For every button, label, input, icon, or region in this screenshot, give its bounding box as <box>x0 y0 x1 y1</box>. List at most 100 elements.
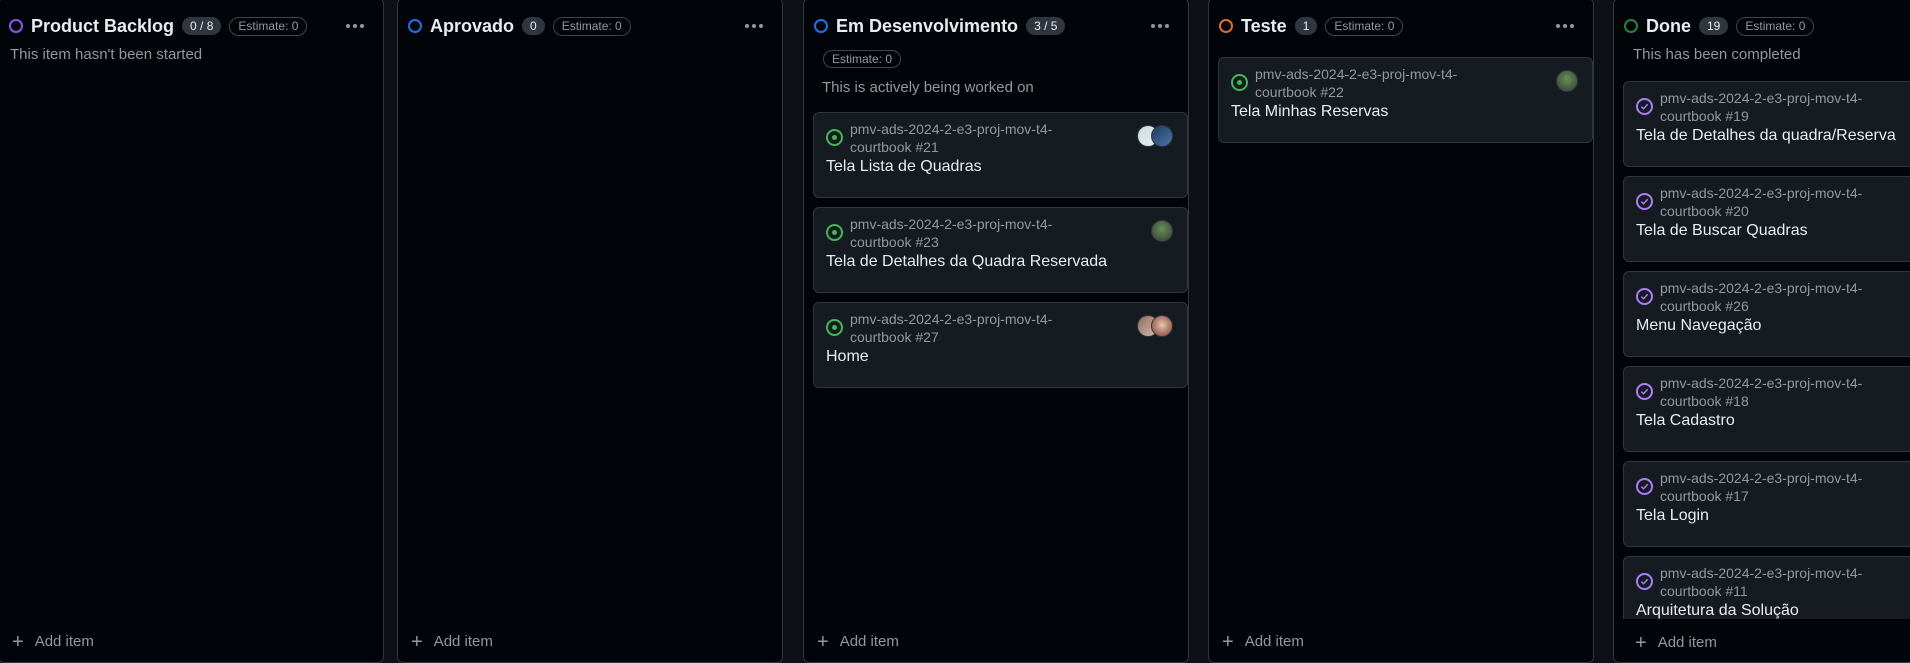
issue-closed-icon <box>1636 98 1653 115</box>
issue-closed-icon <box>1636 193 1653 210</box>
issue-card[interactable]: pmv-ads-2024-2-e3-proj-mov-t4-courtbook … <box>813 112 1188 198</box>
card-repo-ref[interactable]: pmv-ads-2024-2-e3-proj-mov-t4-courtbook … <box>1660 89 1890 125</box>
item-count-badge: 0 / 8 <box>182 17 222 35</box>
item-count-badge: 19 <box>1699 17 1729 35</box>
column-description: This item hasn't been started <box>10 46 203 63</box>
column-menu-button[interactable] <box>1551 16 1579 36</box>
issue-card[interactable]: pmv-ads-2024-2-e3-proj-mov-t4-courtbook … <box>813 302 1188 388</box>
column-teste: Teste 1 Estimate: 0 pmv-ads-2024-2-e3-pr… <box>1208 0 1594 663</box>
estimate-badge: Estimate: 0 <box>823 50 902 68</box>
column-title: Em Desenvolvimento <box>836 15 1019 36</box>
plus-icon: + <box>1635 631 1647 654</box>
column-header: Teste 1 Estimate: 0 <box>1219 13 1583 39</box>
add-item-button[interactable]: + Add item <box>411 630 493 653</box>
card-title[interactable]: Menu Navegação <box>1636 317 1761 335</box>
column-title: Product Backlog <box>31 15 175 36</box>
avatar[interactable] <box>1556 70 1578 92</box>
add-item-button[interactable]: + Add item <box>12 630 94 653</box>
estimate-row: Estimate: 0 <box>823 50 902 68</box>
column-title: Teste <box>1241 15 1287 36</box>
card-repo-ref[interactable]: pmv-ads-2024-2-e3-proj-mov-t4-courtbook … <box>850 120 1080 156</box>
column-menu-button[interactable] <box>341 16 369 36</box>
estimate-badge: Estimate: 0 <box>552 16 631 36</box>
card-title[interactable]: Arquitetura da Solução <box>1636 602 1799 619</box>
card-title[interactable]: Tela Lista de Quadras <box>826 158 982 176</box>
card-repo-ref[interactable]: pmv-ads-2024-2-e3-proj-mov-t4-courtbook … <box>1660 469 1890 505</box>
card-repo-ref[interactable]: pmv-ads-2024-2-e3-proj-mov-t4-courtbook … <box>1255 65 1485 101</box>
kebab-horizontal-icon <box>745 24 749 28</box>
issue-card[interactable]: pmv-ads-2024-2-e3-proj-mov-t4-courtbook … <box>1623 271 1910 357</box>
card-repo-ref[interactable]: pmv-ads-2024-2-e3-proj-mov-t4-courtbook … <box>850 215 1080 251</box>
column-title: Aprovado <box>430 15 515 36</box>
column-description: This has been completed <box>1633 46 1801 63</box>
avatar[interactable] <box>1151 315 1173 337</box>
issue-open-icon <box>826 129 843 146</box>
done-card-list: pmv-ads-2024-2-e3-proj-mov-t4-courtbook … <box>1614 79 1910 619</box>
card-title[interactable]: Tela Login <box>1636 507 1709 525</box>
issue-closed-icon <box>1636 383 1653 400</box>
column-done: Done 19 Estimate: 0 This has been comple… <box>1613 0 1910 663</box>
item-count-badge: 0 <box>522 17 545 35</box>
card-repo-ref[interactable]: pmv-ads-2024-2-e3-proj-mov-t4-courtbook … <box>1660 374 1890 410</box>
item-count-badge: 1 <box>1294 17 1318 35</box>
status-circle-icon <box>1219 19 1233 33</box>
kebab-horizontal-icon <box>346 24 350 28</box>
issue-card[interactable]: pmv-ads-2024-2-e3-proj-mov-t4-courtbook … <box>1623 81 1910 167</box>
estimate-badge: Estimate: 0 <box>229 16 308 36</box>
plus-icon: + <box>817 630 829 653</box>
add-item-label: Add item <box>1657 634 1717 651</box>
add-item-button[interactable]: + Add item <box>817 630 899 653</box>
column-menu-button[interactable] <box>740 16 768 36</box>
card-title[interactable]: Tela de Detalhes da Quadra Reservada <box>826 253 1107 271</box>
column-header: Em Desenvolvimento 3 / 5 <box>814 13 1178 39</box>
column-header: Aprovado 0 Estimate: 0 <box>408 13 772 39</box>
issue-card[interactable]: pmv-ads-2024-2-e3-proj-mov-t4-courtbook … <box>1218 57 1593 143</box>
card-repo-ref[interactable]: pmv-ads-2024-2-e3-proj-mov-t4-courtbook … <box>1660 564 1890 600</box>
issue-open-icon <box>826 224 843 241</box>
issue-closed-icon <box>1636 478 1653 495</box>
column-header: Product Backlog 0 / 8 Estimate: 0 <box>9 13 373 39</box>
status-circle-icon <box>1624 19 1638 33</box>
add-item-label: Add item <box>433 633 493 650</box>
column-aprovado: Aprovado 0 Estimate: 0 + Add item <box>397 0 783 663</box>
plus-icon: + <box>1222 630 1234 653</box>
card-title[interactable]: Home <box>826 348 869 366</box>
issue-card[interactable]: pmv-ads-2024-2-e3-proj-mov-t4-courtbook … <box>1623 366 1910 452</box>
estimate-badge: Estimate: 0 <box>1325 16 1404 36</box>
card-title[interactable]: Tela Minhas Reservas <box>1231 103 1388 121</box>
add-item-label: Add item <box>839 633 899 650</box>
status-circle-icon <box>408 19 422 33</box>
issue-card[interactable]: pmv-ads-2024-2-e3-proj-mov-t4-courtbook … <box>813 207 1188 293</box>
issue-card[interactable]: pmv-ads-2024-2-e3-proj-mov-t4-courtbook … <box>1623 556 1910 619</box>
card-repo-ref[interactable]: pmv-ads-2024-2-e3-proj-mov-t4-courtbook … <box>1660 279 1890 315</box>
status-circle-icon <box>9 19 23 33</box>
plus-icon: + <box>411 630 423 653</box>
card-title[interactable]: Tela de Detalhes da quadra/Reserva <box>1636 127 1896 145</box>
issue-closed-icon <box>1636 288 1653 305</box>
estimate-badge: Estimate: 0 <box>1736 16 1815 36</box>
card-title[interactable]: Tela de Buscar Quadras <box>1636 222 1808 240</box>
add-item-button[interactable]: + Add item <box>1635 631 1717 654</box>
plus-icon: + <box>12 630 24 653</box>
column-title: Done <box>1646 15 1691 36</box>
card-title[interactable]: Tela Cadastro <box>1636 412 1735 430</box>
avatar[interactable] <box>1151 125 1173 147</box>
issue-card[interactable]: pmv-ads-2024-2-e3-proj-mov-t4-courtbook … <box>1623 176 1910 262</box>
project-board: Product Backlog 0 / 8 Estimate: 0 This i… <box>0 0 1910 663</box>
issue-card[interactable]: pmv-ads-2024-2-e3-proj-mov-t4-courtbook … <box>1623 461 1910 547</box>
column-header: Done 19 Estimate: 0 <box>1624 13 1910 39</box>
add-item-label: Add item <box>1244 633 1304 650</box>
add-item-label: Add item <box>34 633 94 650</box>
card-repo-ref[interactable]: pmv-ads-2024-2-e3-proj-mov-t4-courtbook … <box>1660 184 1890 220</box>
column-product-backlog: Product Backlog 0 / 8 Estimate: 0 This i… <box>0 0 384 663</box>
kebab-horizontal-icon <box>1556 24 1560 28</box>
avatar[interactable] <box>1151 220 1173 242</box>
kebab-horizontal-icon <box>1151 24 1155 28</box>
card-repo-ref[interactable]: pmv-ads-2024-2-e3-proj-mov-t4-courtbook … <box>850 310 1080 346</box>
issue-closed-icon <box>1636 573 1653 590</box>
add-item-button[interactable]: + Add item <box>1222 630 1304 653</box>
column-description: This is actively being worked on <box>822 79 1034 96</box>
issue-open-icon <box>826 319 843 336</box>
item-count-badge: 3 / 5 <box>1026 17 1066 35</box>
column-menu-button[interactable] <box>1146 16 1174 36</box>
